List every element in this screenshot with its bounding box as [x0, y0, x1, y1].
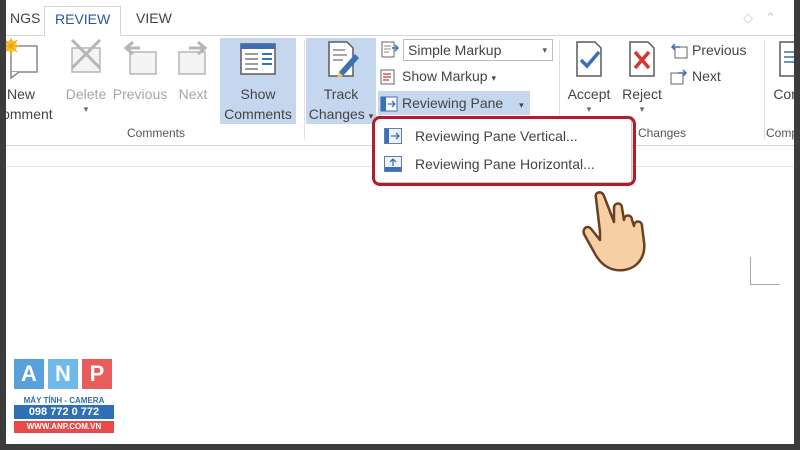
- reviewing-pane-label: Reviewing Pane: [402, 95, 504, 111]
- hand-pointer-icon: [576, 186, 666, 276]
- menu-highlight-ring: [372, 116, 636, 186]
- delete-dropdown-arrow[interactable]: ▾: [60, 104, 112, 114]
- track-changes-button[interactable]: Track Changes ▾: [306, 38, 376, 124]
- group-divider: [304, 40, 305, 140]
- accept-label: Accept: [567, 86, 611, 102]
- next-comment-button[interactable]: Next: [172, 38, 214, 104]
- show-markup-label: Show Markup: [402, 68, 488, 84]
- previous-comment-button[interactable]: Previous: [110, 38, 170, 104]
- accept-button[interactable]: Accept ▾: [562, 38, 616, 114]
- next-change-button[interactable]: Next: [668, 64, 738, 88]
- next-comment-icon: [173, 38, 213, 80]
- new-comment-label-line1: New: [6, 86, 35, 102]
- reject-label: Reject: [622, 86, 662, 102]
- logo-website: WWW.ANP.COM.VN: [14, 421, 114, 433]
- show-comments-label-line2: Comments: [224, 106, 292, 122]
- logo-letter-a: A: [14, 359, 44, 389]
- new-comment-label-line2: Comment: [6, 106, 53, 122]
- page-margin-corner: [750, 257, 780, 285]
- compare-group-label: Comp: [766, 126, 794, 140]
- reject-icon: [622, 38, 662, 80]
- accept-icon: [569, 38, 609, 80]
- tab-view[interactable]: VIEW: [126, 6, 182, 36]
- compare-button[interactable]: Comp: [762, 38, 794, 104]
- comments-group-label: Comments: [126, 126, 185, 140]
- delete-comment-button[interactable]: Delete ▾: [60, 38, 112, 114]
- track-changes-label-line2: Changes: [308, 106, 365, 122]
- ribbon-tab-strip: NGS REVIEW VIEW ◇⌃: [6, 0, 794, 37]
- logo-phone: 098 772 0 772: [14, 405, 114, 419]
- new-comment-icon: [6, 38, 41, 80]
- previous-change-button[interactable]: Previous: [668, 38, 758, 62]
- window-controls: ◇⌃: [743, 10, 788, 26]
- show-markup-icon: [380, 68, 398, 85]
- anp-logo: A N P MÁY TÍNH - CAMERA 098 772 0 772 WW…: [14, 359, 118, 437]
- show-comments-icon: [238, 38, 278, 80]
- accept-dropdown-arrow[interactable]: ▾: [562, 104, 616, 114]
- next-change-label: Next: [692, 68, 721, 84]
- reviewing-pane-icon: [380, 95, 398, 112]
- tab-review[interactable]: REVIEW: [44, 6, 122, 37]
- next-change-icon: [670, 68, 688, 85]
- logo-letter-n: N: [48, 359, 78, 389]
- compare-label: Comp: [773, 86, 794, 102]
- show-comments-button[interactable]: Show Comments: [220, 38, 296, 124]
- word-window: NGS REVIEW VIEW ◇⌃ New Comment: [6, 0, 794, 444]
- previous-change-label: Previous: [692, 42, 747, 58]
- previous-comment-icon: [120, 38, 160, 80]
- reviewing-pane-dropdown-arrow[interactable]: ▾: [519, 100, 524, 110]
- compare-icon: [772, 38, 794, 80]
- show-comments-label-line1: Show: [240, 86, 276, 102]
- document-area[interactable]: [6, 147, 794, 444]
- reject-button[interactable]: Reject ▾: [618, 38, 666, 114]
- next-label: Next: [178, 86, 208, 102]
- delete-label: Delete: [65, 86, 107, 102]
- reviewing-pane-button[interactable]: Reviewing Pane ▾: [378, 91, 530, 115]
- display-for-review-select[interactable]: Simple Markup ▾: [403, 39, 553, 61]
- logo-tagline: MÁY TÍNH - CAMERA: [23, 396, 105, 405]
- previous-label: Previous: [112, 86, 168, 102]
- delete-comment-icon: [66, 38, 106, 80]
- track-changes-label-line1: Track: [323, 86, 359, 102]
- previous-change-icon: [670, 42, 688, 59]
- expand-icon[interactable]: ⌃: [765, 10, 788, 25]
- new-comment-button[interactable]: New Comment: [6, 38, 53, 124]
- markup-combo-icon: [380, 40, 400, 60]
- show-markup-button[interactable]: Show Markup ▾: [378, 64, 508, 88]
- reject-dropdown-arrow[interactable]: ▾: [618, 104, 666, 114]
- logo-letter-p: P: [82, 359, 112, 389]
- show-markup-dropdown-arrow: ▾: [491, 73, 497, 83]
- track-changes-icon: [321, 38, 361, 80]
- chevron-down-icon: ▾: [542, 45, 547, 55]
- display-for-review-value: Simple Markup: [408, 42, 502, 58]
- ribbon-options-icon[interactable]: ◇: [743, 10, 765, 25]
